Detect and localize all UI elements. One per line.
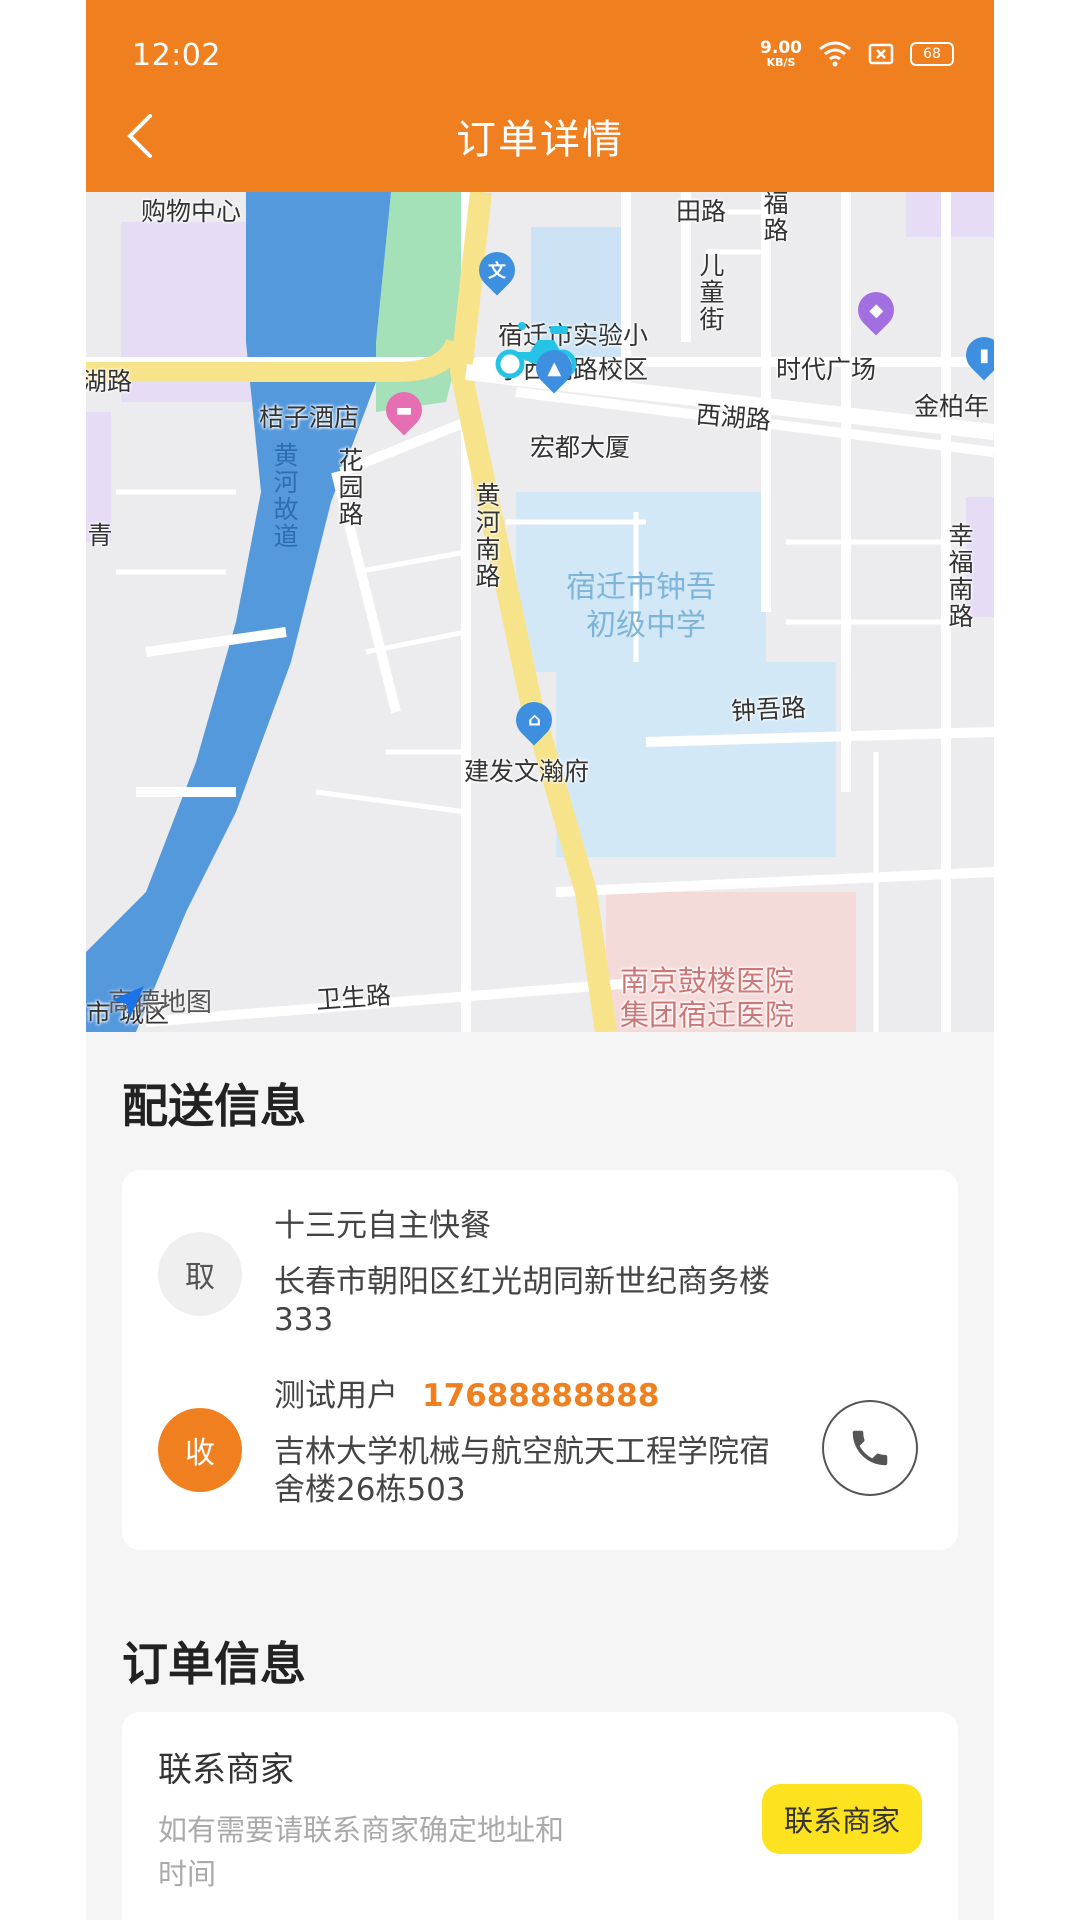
- receiver-name: 测试用户: [274, 1378, 398, 1414]
- map-label-top-road-2: 福路: [760, 192, 789, 244]
- delivery-section-title: 配送信息: [122, 1079, 306, 1133]
- map-label-hu-road: 湖路: [86, 367, 133, 396]
- amap-logo: 高德地图: [108, 982, 212, 1019]
- map-label-xihu-road: 西湖路: [694, 399, 773, 436]
- map-view[interactable]: 购物中心 田路 福路 文 宿迁市实验小 学西湖路校区 儿童街 ◆ 时代广场 ▮ …: [86, 192, 994, 1032]
- sim-icon: [868, 43, 894, 65]
- call-receiver-button[interactable]: [822, 1400, 918, 1496]
- contact-merchant-desc-line1: 如有需要请联系商家确定地址和: [158, 1813, 565, 1847]
- map-label-top-road-1: 田路: [676, 197, 727, 226]
- pickup-address-line1: 长春市朝阳区红光胡同新世纪商务楼: [274, 1264, 770, 1300]
- map-label-shopping: 购物中心: [141, 197, 242, 226]
- amap-arrow-icon: [112, 986, 144, 1018]
- page-title: 订单详情: [456, 117, 624, 163]
- map-label-xingfu-nanlu: 幸福南路: [945, 522, 974, 630]
- phone-icon: [852, 1430, 888, 1466]
- delivery-card: 取 十三元自主快餐 长春市朝阳区红光胡同新世纪商务楼 333 收 测试用户 176…: [122, 1170, 958, 1550]
- map-label-zhongwu-road: 钟吾路: [730, 693, 807, 726]
- wifi-icon: [819, 41, 851, 67]
- receiver-badge: 收: [158, 1408, 242, 1492]
- order-section-title: 订单信息: [122, 1637, 306, 1691]
- map-label-jinbai: 金柏年: [914, 392, 990, 421]
- pickup-address-line2: 333: [274, 1302, 334, 1338]
- pickup-badge: 取: [158, 1232, 242, 1316]
- map-label-left-edge: 青: [86, 522, 113, 549]
- map-label-huanghe-nanlu: 黄河南路: [472, 482, 501, 590]
- receiver-address-line2: 舍楼26栋503: [274, 1472, 466, 1508]
- map-label-huayuan-road: 花园路: [335, 447, 364, 528]
- app-screen: 12:02 9.00 KB/S 68 订单详情 购物中心 田路 福路 文 宿迁市…: [86, 0, 994, 1920]
- map-label-times-square: 时代广场: [776, 355, 877, 384]
- receiver-name-row: 测试用户 17688888888: [274, 1376, 659, 1416]
- contact-merchant-button[interactable]: 联系商家: [762, 1784, 922, 1854]
- map-label-ertong: 儿童街: [696, 252, 725, 333]
- contact-merchant-desc-line2: 时间: [158, 1857, 217, 1891]
- contact-merchant-title: 联系商家: [158, 1750, 294, 1790]
- header-bar: 12:02 9.00 KB/S 68 订单详情: [86, 0, 994, 192]
- map-label-juzi-hotel: 桔子酒店: [259, 403, 360, 432]
- map-label-jianfa: 建发文瀚府: [464, 757, 590, 786]
- net-speed-value: 9.00: [760, 38, 802, 58]
- net-speed-unit: KB/S: [766, 56, 796, 69]
- receiver-address-line1: 吉林大学机械与航空航天工程学院宿: [274, 1434, 770, 1470]
- map-label-zhongwu-school-2: 初级中学: [586, 608, 706, 643]
- map-label-hongdu: 宏都大厦: [530, 433, 631, 462]
- battery-icon: 68: [910, 42, 954, 66]
- order-card: 联系商家 如有需要请联系商家确定地址和 时间 联系商家: [122, 1712, 958, 1920]
- receiver-phone[interactable]: 17688888888: [422, 1378, 659, 1414]
- status-icons: 9.00 KB/S 68: [760, 40, 954, 68]
- pickup-name: 十三元自主快餐: [274, 1208, 491, 1244]
- map-label-weisheng-road: 卫生路: [315, 980, 393, 1015]
- net-speed: 9.00 KB/S: [760, 38, 802, 69]
- map-label-hospital-2: 集团宿迁医院: [620, 998, 795, 1032]
- status-time: 12:02: [132, 38, 221, 73]
- map-label-huanghe-gudao: 黄河故道: [270, 442, 299, 550]
